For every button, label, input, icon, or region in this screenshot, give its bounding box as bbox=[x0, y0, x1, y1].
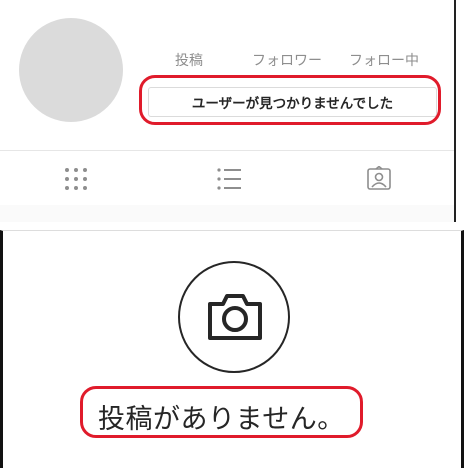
user-not-found-text: ユーザーが見つかりませんでした bbox=[191, 96, 394, 112]
tab-tagged[interactable] bbox=[366, 165, 392, 192]
grid-icon bbox=[65, 168, 87, 190]
empty-posts-panel: 投稿がありません。 bbox=[0, 230, 464, 468]
user-not-found-message: ユーザーが見つかりませんでした bbox=[148, 87, 437, 117]
tab-grid[interactable] bbox=[63, 166, 89, 192]
tagged-person-icon bbox=[367, 165, 391, 190]
profile-header-panel: 投稿 フォロワー フォロー中 ユーザーが見つかりませんでした bbox=[0, 0, 456, 222]
following-count-label[interactable]: フォロー中 bbox=[349, 50, 419, 70]
image-separator bbox=[0, 222, 474, 230]
profile-tab-bar bbox=[0, 150, 454, 206]
list-icon bbox=[217, 168, 241, 190]
no-posts-message: 投稿がありません。 bbox=[98, 404, 345, 435]
posts-count-label[interactable]: 投稿 bbox=[175, 50, 203, 70]
followers-count-label[interactable]: フォロワー bbox=[252, 50, 322, 70]
content-area-background bbox=[0, 205, 454, 222]
avatar[interactable] bbox=[19, 18, 123, 122]
camera-circle bbox=[178, 261, 290, 373]
tab-list[interactable] bbox=[216, 166, 242, 192]
camera-icon bbox=[208, 294, 262, 340]
